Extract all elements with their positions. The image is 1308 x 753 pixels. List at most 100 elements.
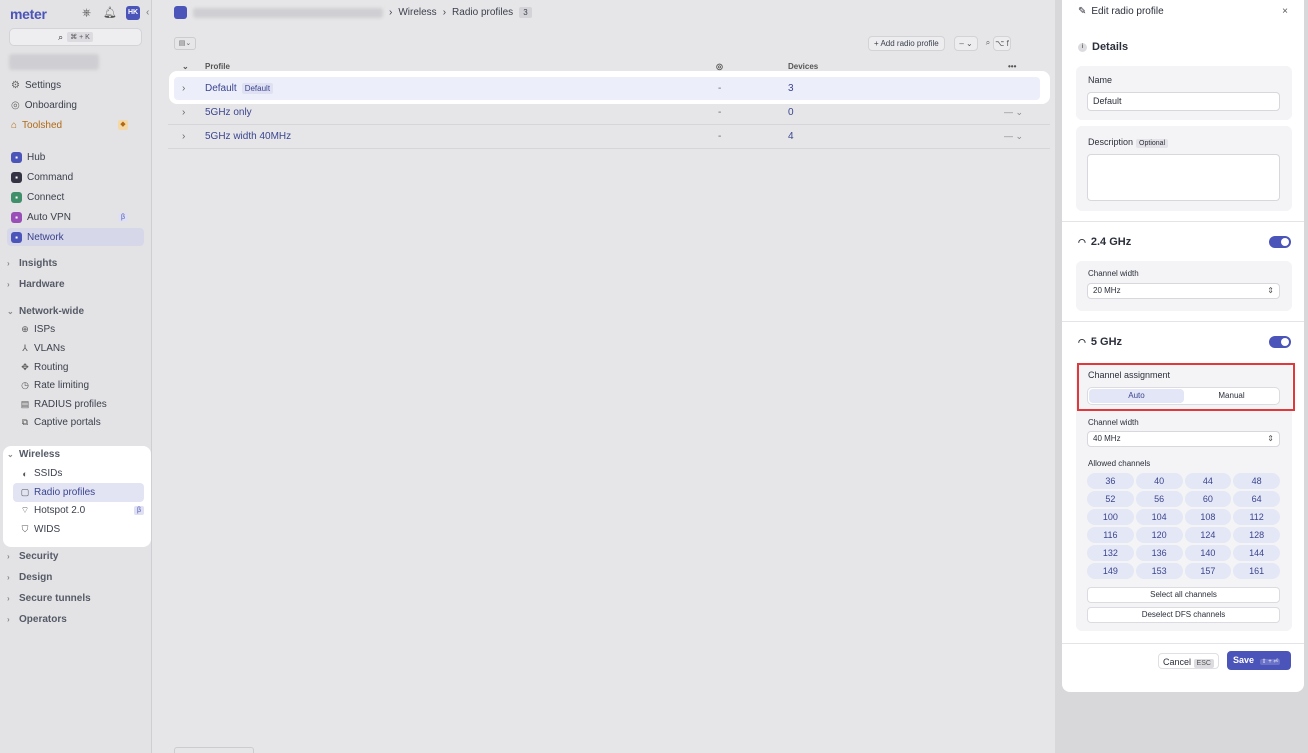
deselect-dfs-button[interactable]: Deselect DFS channels [1087, 607, 1280, 623]
cancel-button[interactable]: Cancel ESC [1158, 653, 1219, 669]
profile-name[interactable]: Default Default [205, 83, 274, 94]
sidebar-item-radio-profiles[interactable]: ▢ Radio profiles [20, 487, 95, 498]
devices-count[interactable]: 3 [788, 83, 794, 94]
channel-width-select-5[interactable]: 40 MHz ⇕ [1087, 431, 1280, 447]
sidebar-item-wids[interactable]: ⛉ WIDS [20, 524, 61, 535]
name-input[interactable]: Default [1087, 92, 1280, 111]
profile-name[interactable]: 5GHz width 40MHz [205, 131, 291, 142]
channel-chip[interactable]: 132 [1087, 545, 1134, 561]
channel-chip[interactable]: 128 [1233, 527, 1280, 543]
redacted-network-selector[interactable] [9, 54, 99, 70]
channel-chip[interactable]: 48 [1233, 473, 1280, 489]
channel-chip[interactable]: 136 [1135, 545, 1183, 561]
channel-chip[interactable]: 149 [1087, 563, 1134, 579]
sidebar-item-hotspot[interactable]: ⌔ Hotspot 2.0 β [20, 505, 144, 516]
channel-chip[interactable]: 153 [1135, 563, 1183, 579]
sidebar-item-command[interactable]: ▪ Command [11, 168, 73, 186]
profile-name[interactable]: 5GHz only [205, 107, 252, 118]
channel-chip[interactable]: 120 [1135, 527, 1183, 543]
save-button[interactable]: Save ⇧ + ⏎ [1227, 651, 1291, 670]
view-options-button[interactable]: ▤⌄ [174, 37, 196, 50]
devices-count[interactable]: 4 [788, 131, 794, 142]
channel-chip[interactable]: 140 [1184, 545, 1232, 561]
section-wireless[interactable]: ⌄ Wireless [7, 449, 60, 460]
updown-icon: ⇕ [1267, 286, 1274, 295]
channel-chip[interactable]: 144 [1233, 545, 1280, 561]
sidebar-item-radius-profiles[interactable]: ▤ RADIUS profiles [20, 399, 107, 410]
band-5-toggle[interactable] [1269, 336, 1291, 348]
section-insights[interactable]: › Insights [7, 258, 57, 269]
collapse-all-icon[interactable]: ⌄ [182, 62, 189, 71]
section-network-wide[interactable]: ⌄ Network-wide [7, 306, 84, 317]
sidebar-item-auto-vpn[interactable]: ▪ Auto VPN β [11, 208, 142, 226]
row-actions-menu[interactable]: — ⌄ [1004, 107, 1023, 118]
description-label: Description Optional [1088, 137, 1169, 148]
actions-menu-button[interactable]: – ⌄ [954, 36, 978, 51]
channel-chip[interactable]: 40 [1135, 473, 1183, 489]
table-row[interactable]: › Default Default - 3 [168, 77, 1050, 101]
section-hardware[interactable]: › Hardware [7, 279, 65, 290]
sidebar-item-toolshed[interactable]: ⌂ Toolshed ◆ [11, 116, 142, 134]
sidebar-item-onboarding[interactable]: ◎ Onboarding [11, 96, 77, 114]
channel-chip[interactable]: 112 [1233, 509, 1280, 525]
meter-logo[interactable]: meter [10, 6, 47, 22]
devices-count[interactable]: 0 [788, 107, 794, 118]
channel-chip[interactable]: 104 [1135, 509, 1183, 525]
sidebar-item-isps[interactable]: ⊕ ISPs [20, 324, 55, 335]
section-operators[interactable]: › Operators [7, 614, 67, 625]
channel-chip[interactable]: 44 [1184, 473, 1232, 489]
bell-icon[interactable]: 🔔︎ [103, 7, 117, 20]
network-icon[interactable] [174, 6, 187, 19]
sidebar-item-label: Auto VPN [27, 211, 71, 223]
redacted-breadcrumb[interactable] [193, 7, 383, 18]
row-actions-menu[interactable]: — ⌄ [1004, 131, 1023, 142]
wifi-icon: ◠ [1078, 236, 1086, 247]
channel-chip[interactable]: 157 [1184, 563, 1232, 579]
sidebar-item-captive-portals[interactable]: ⧉ Captive portals [20, 417, 101, 428]
ssid-column-icon[interactable]: ◎ [716, 62, 723, 71]
chevron-right-icon[interactable]: › [182, 107, 185, 118]
channel-chip[interactable]: 60 [1184, 491, 1232, 507]
channel-chip[interactable]: 52 [1087, 491, 1134, 507]
section-secure-tunnels[interactable]: › Secure tunnels [7, 593, 91, 604]
channel-chip[interactable]: 108 [1184, 509, 1232, 525]
sidebar-item-vlans[interactable]: ⅄ VLANs [20, 343, 65, 354]
channel-chip[interactable]: 116 [1087, 527, 1134, 543]
chevron-right-icon[interactable]: › [182, 83, 185, 94]
chevron-right-icon: › [442, 7, 447, 18]
breadcrumb-section[interactable]: Wireless [398, 7, 436, 18]
channel-chip[interactable]: 64 [1233, 491, 1280, 507]
sidebar-item-network[interactable]: ▪ Network [7, 228, 144, 246]
channel-chip[interactable]: 36 [1087, 473, 1134, 489]
sidebar-item-ssids[interactable]: ◐ SSIDs [20, 468, 62, 479]
band-24-toggle[interactable] [1269, 236, 1291, 248]
channel-chip[interactable]: 161 [1233, 563, 1280, 579]
chevron-right-icon: › [7, 280, 10, 289]
sidebar-item-connect[interactable]: ▪ Connect [11, 188, 64, 206]
search-icon[interactable]: ⌕ [983, 36, 993, 51]
channel-chip[interactable]: 124 [1184, 527, 1232, 543]
cube-icon[interactable]: ⎈ [80, 7, 93, 20]
collapse-sidebar-icon[interactable]: ‹ [146, 7, 149, 18]
more-icon[interactable]: ••• [1008, 62, 1016, 71]
sidebar-item-rate-limiting[interactable]: ◷ Rate limiting [20, 380, 89, 391]
sidebar-item-routing[interactable]: ✥ Routing [20, 362, 68, 373]
close-icon[interactable]: × [1282, 6, 1288, 17]
select-all-channels-button[interactable]: Select all channels [1087, 587, 1280, 603]
chevron-right-icon[interactable]: › [182, 131, 185, 142]
avatar[interactable]: HK [126, 6, 140, 20]
channel-width-select-24[interactable]: 20 MHz ⇕ [1087, 283, 1280, 299]
table-row[interactable]: › 5GHz width 40MHz - 4 — ⌄ [168, 125, 1050, 149]
sidebar-item-hub[interactable]: ▪ Hub [11, 148, 45, 166]
channel-chip[interactable]: 100 [1087, 509, 1134, 525]
add-radio-profile-button[interactable]: + Add radio profile [868, 36, 945, 51]
col-profile[interactable]: Profile [205, 62, 230, 71]
command-search[interactable]: ⌕ ⌘ + K [9, 28, 142, 46]
section-security[interactable]: › Security [7, 551, 58, 562]
sidebar-item-settings[interactable]: ⚙ Settings [11, 76, 61, 94]
description-textarea[interactable] [1087, 154, 1280, 201]
section-design[interactable]: › Design [7, 572, 52, 583]
table-row[interactable]: › 5GHz only - 0 — ⌄ [168, 101, 1050, 125]
col-devices[interactable]: Devices [788, 62, 818, 71]
channel-chip[interactable]: 56 [1135, 491, 1183, 507]
